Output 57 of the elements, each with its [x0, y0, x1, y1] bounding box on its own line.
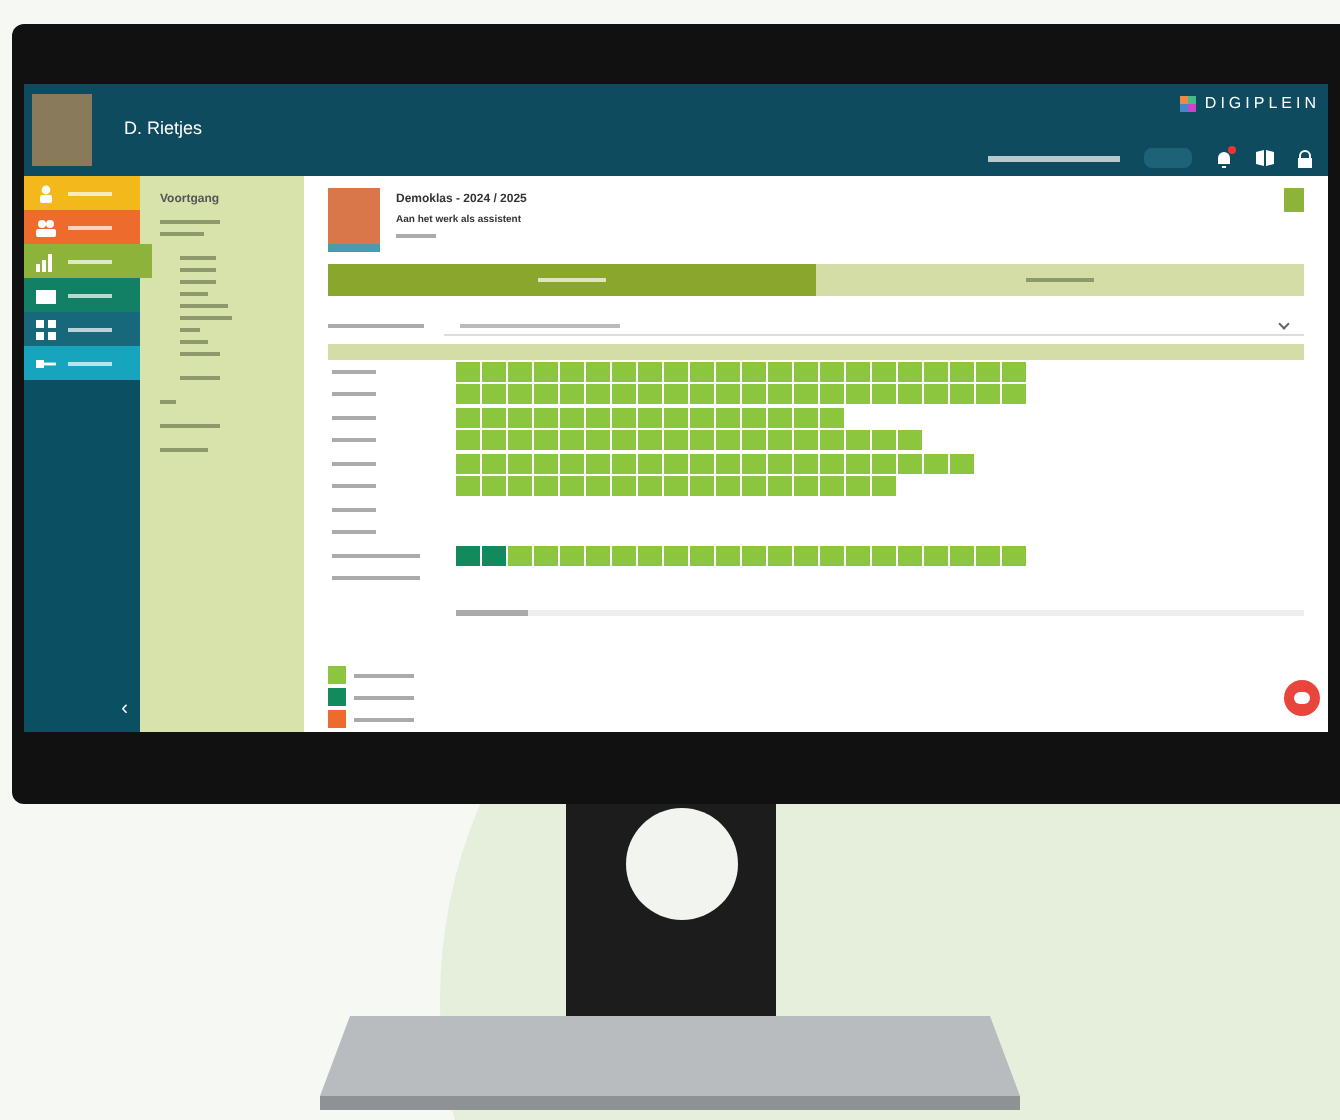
logo-icon [1180, 96, 1197, 112]
scrollbar-thumb[interactable] [456, 610, 528, 616]
text-line-drawing [160, 400, 176, 404]
text-line-drawing [180, 268, 216, 272]
text-line-drawing [354, 673, 414, 677]
text-line-drawing [160, 448, 208, 452]
text-line-drawing [332, 415, 376, 420]
nav-item[interactable] [24, 210, 140, 244]
text-line-drawing [396, 233, 436, 237]
photo-placeholder [32, 94, 92, 166]
brand-name: DIGIPLEIN [1204, 92, 1320, 116]
text-line-drawing [332, 438, 376, 443]
text-line-drawing [180, 376, 220, 380]
bell-icon[interactable] [1216, 149, 1232, 167]
text-line-drawing [180, 280, 216, 284]
text-line-drawing [332, 576, 420, 581]
text-line-drawing [68, 225, 112, 229]
text-line-drawing [68, 293, 112, 297]
chat-button[interactable] [1284, 680, 1320, 716]
book-icon[interactable] [1256, 150, 1274, 166]
text-line-drawing [180, 352, 220, 356]
text-line-drawing [332, 530, 376, 535]
text-line-drawing [332, 461, 376, 466]
user-name: D. Rietjes [124, 116, 203, 143]
text-line-drawing [68, 361, 112, 365]
text-line-drawing [160, 424, 220, 428]
text-line-drawing [332, 392, 376, 397]
people-icon [36, 217, 56, 237]
text-line-drawing [68, 259, 112, 263]
text-line-drawing [180, 340, 208, 344]
collapse-icon[interactable]: ‹ [121, 700, 128, 720]
text-line-drawing [68, 191, 112, 195]
text-line-drawing [160, 220, 220, 224]
bar-chart-icon [36, 251, 56, 271]
text-line-drawing [180, 328, 200, 332]
text-line-drawing [68, 327, 112, 331]
nav-item[interactable] [24, 278, 140, 312]
text-line-drawing [354, 695, 414, 699]
text-line-drawing [332, 553, 420, 558]
text-line-drawing [180, 256, 216, 260]
grid-icon [36, 319, 56, 339]
book-cover-placeholder [328, 188, 380, 252]
envelope-icon [36, 285, 56, 305]
lock-icon[interactable] [1298, 149, 1312, 167]
text-line-drawing [328, 324, 424, 328]
nav-item[interactable] [24, 346, 140, 380]
person-icon [36, 183, 56, 203]
text-line-drawing [180, 304, 228, 308]
text-line-drawing [180, 316, 232, 320]
nav-item[interactable] [24, 312, 140, 346]
text-line-drawing [354, 717, 414, 721]
text-line-drawing [160, 232, 204, 236]
text-line-drawing [332, 507, 376, 512]
text-line-drawing [332, 369, 376, 374]
text-line-drawing [988, 155, 1120, 161]
text-line-drawing [180, 292, 208, 296]
text-line-drawing [332, 484, 376, 489]
